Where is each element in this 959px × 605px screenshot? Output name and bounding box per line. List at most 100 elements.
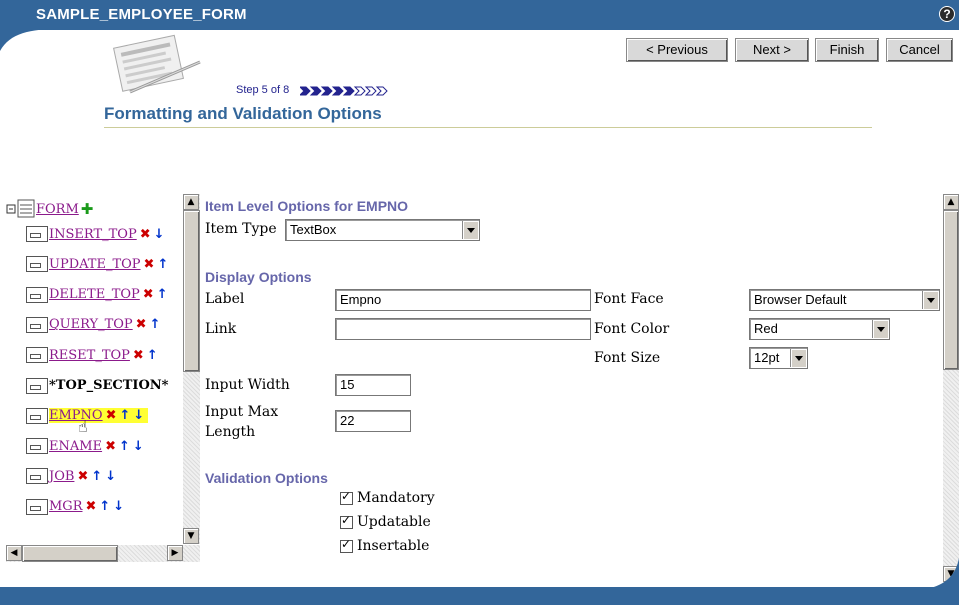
tree-item-label[interactable]: EMPNO <box>49 408 103 423</box>
next-button[interactable]: Next > <box>735 38 809 62</box>
delete-icon[interactable]: ✖ <box>144 257 155 272</box>
item-type-label: Item Type <box>205 221 277 237</box>
delete-icon[interactable]: ✖ <box>106 408 117 423</box>
tree-item-label[interactable]: MGR <box>49 499 82 514</box>
insertable-checkbox[interactable] <box>340 537 353 553</box>
mandatory-checkbox[interactable] <box>340 489 353 505</box>
move-down-icon[interactable]: ↓ <box>133 408 144 423</box>
item-options-heading: Item Level Options for EMPNO <box>205 198 409 214</box>
move-up-icon[interactable]: ↑ <box>147 348 158 363</box>
move-down-icon[interactable]: ↓ <box>133 439 144 454</box>
field-node-icon <box>26 226 48 242</box>
tree-item-body: INSERT_TOP ✖ ↓ <box>49 227 165 242</box>
step-arrow-icon <box>364 86 377 96</box>
tree-root-link[interactable]: FORM <box>36 202 79 217</box>
tree-item-body: DELETE_TOP ✖ ↑ <box>49 287 168 302</box>
tree-scroll-right-icon[interactable]: ▶ <box>167 545 183 561</box>
font-face-select[interactable]: Browser Default <box>749 289 940 311</box>
font-size-select[interactable]: 12pt <box>749 347 808 369</box>
tree-item-label: *TOP_SECTION* <box>49 378 169 393</box>
tree-item: ENAME ✖ ↑ ↓ <box>26 435 144 457</box>
delete-icon[interactable]: ✖ <box>133 348 144 363</box>
add-item-icon[interactable]: ✚ <box>81 200 94 218</box>
hand-cursor-icon: ☝ <box>78 416 88 436</box>
tree-item: MGR ✖ ↑ ↓ <box>26 496 124 518</box>
chevron-down-icon[interactable] <box>872 320 888 338</box>
options-scroll-up-icon[interactable]: ▲ <box>943 194 959 210</box>
display-options-heading: Display Options <box>205 269 312 285</box>
tree-scroll-left-icon[interactable]: ◀ <box>6 545 22 561</box>
tree-item-label[interactable]: UPDATE_TOP <box>49 257 141 272</box>
tree-item-label[interactable]: INSERT_TOP <box>49 227 137 242</box>
tree-scroll-down-icon[interactable]: ▼ <box>183 528 199 544</box>
tree-item-body: ENAME ✖ ↑ ↓ <box>49 439 144 454</box>
tree-item-label[interactable]: JOB <box>49 469 74 484</box>
tree-item-body: JOB ✖ ↑ ↓ <box>49 469 116 484</box>
field-node-icon <box>26 316 48 333</box>
move-down-icon[interactable]: ↓ <box>113 499 124 514</box>
field-node-icon <box>26 438 48 455</box>
delete-icon[interactable]: ✖ <box>105 439 116 454</box>
move-up-icon[interactable]: ↑ <box>99 499 110 514</box>
delete-icon[interactable]: ✖ <box>85 499 96 514</box>
item-type-select[interactable]: TextBox <box>285 219 480 241</box>
tree-item: DELETE_TOP ✖ ↑ <box>26 284 168 306</box>
tree-item-body: QUERY_TOP ✖ ↑ <box>49 317 160 332</box>
field-node-icon <box>26 256 48 273</box>
move-down-icon[interactable]: ↓ <box>105 469 116 484</box>
step-arrow-icon <box>375 86 388 96</box>
mandatory-label: Mandatory <box>357 490 435 506</box>
updatable-checkbox[interactable] <box>340 513 353 529</box>
chevron-down-icon[interactable] <box>922 291 938 309</box>
tree-scroll-up-icon[interactable]: ▲ <box>183 194 199 210</box>
input-max-length-input[interactable]: 22 <box>335 410 411 432</box>
title-divider <box>104 127 872 128</box>
label-field-label: Label <box>205 291 245 307</box>
font-color-select[interactable]: Red <box>749 318 890 340</box>
tree-scroll-thumb[interactable] <box>183 210 200 372</box>
move-down-icon[interactable]: ↓ <box>154 227 165 242</box>
move-up-icon[interactable]: ↑ <box>119 439 130 454</box>
delete-icon[interactable]: ✖ <box>140 227 151 242</box>
input-width-label: Input Width <box>205 377 290 393</box>
move-up-icon[interactable]: ↑ <box>150 317 161 332</box>
field-node-icon <box>26 407 48 424</box>
step-arrow-icon <box>320 86 333 96</box>
tree-hscroll-thumb[interactable] <box>22 545 118 562</box>
tree-item: UPDATE_TOP ✖ ↑ <box>26 253 168 275</box>
title-bar-curve <box>0 29 60 51</box>
validation-options-heading: Validation Options <box>205 470 328 486</box>
delete-icon[interactable]: ✖ <box>143 287 154 302</box>
tree-root: FORM ✚ <box>6 198 93 220</box>
step-arrow-icon <box>309 86 322 96</box>
move-up-icon[interactable]: ↑ <box>157 257 168 272</box>
label-input[interactable]: Empno <box>335 289 591 311</box>
cancel-button[interactable]: Cancel <box>886 38 953 62</box>
finish-button[interactable]: Finish <box>815 38 879 62</box>
tree-item: EMPNO ✖ ↑ ↓ ☝ <box>26 405 149 436</box>
tree-item-label[interactable]: ENAME <box>49 439 102 454</box>
move-up-icon[interactable]: ↑ <box>91 469 102 484</box>
help-icon[interactable]: ? <box>939 6 955 22</box>
move-up-icon[interactable]: ↑ <box>120 408 131 423</box>
options-scroll-thumb[interactable] <box>943 210 959 370</box>
delete-icon[interactable]: ✖ <box>136 317 147 332</box>
tree-item: *TOP_SECTION* <box>26 375 168 397</box>
chevron-down-icon[interactable] <box>790 349 806 367</box>
field-node-icon <box>26 377 48 394</box>
chevron-down-icon[interactable] <box>462 221 478 239</box>
tree-item-body: EMPNO ✖ ↑ ↓ <box>49 408 149 424</box>
font-color-value: Red <box>754 321 778 336</box>
link-input[interactable] <box>335 318 591 340</box>
tree-item-label[interactable]: RESET_TOP <box>49 348 130 363</box>
move-up-icon[interactable]: ↑ <box>157 287 168 302</box>
input-width-input[interactable]: 15 <box>335 374 411 396</box>
options-panel: Item Level Options for EMPNO Item Type T… <box>205 192 945 567</box>
tree-item: JOB ✖ ↑ ↓ <box>26 465 116 487</box>
mandatory-option: Mandatory <box>340 489 435 506</box>
tree-item-label[interactable]: DELETE_TOP <box>49 287 140 302</box>
tree-item-label[interactable]: QUERY_TOP <box>49 317 133 332</box>
insertable-label: Insertable <box>357 538 430 554</box>
delete-icon[interactable]: ✖ <box>77 469 88 484</box>
previous-button[interactable]: < Previous <box>626 38 728 62</box>
